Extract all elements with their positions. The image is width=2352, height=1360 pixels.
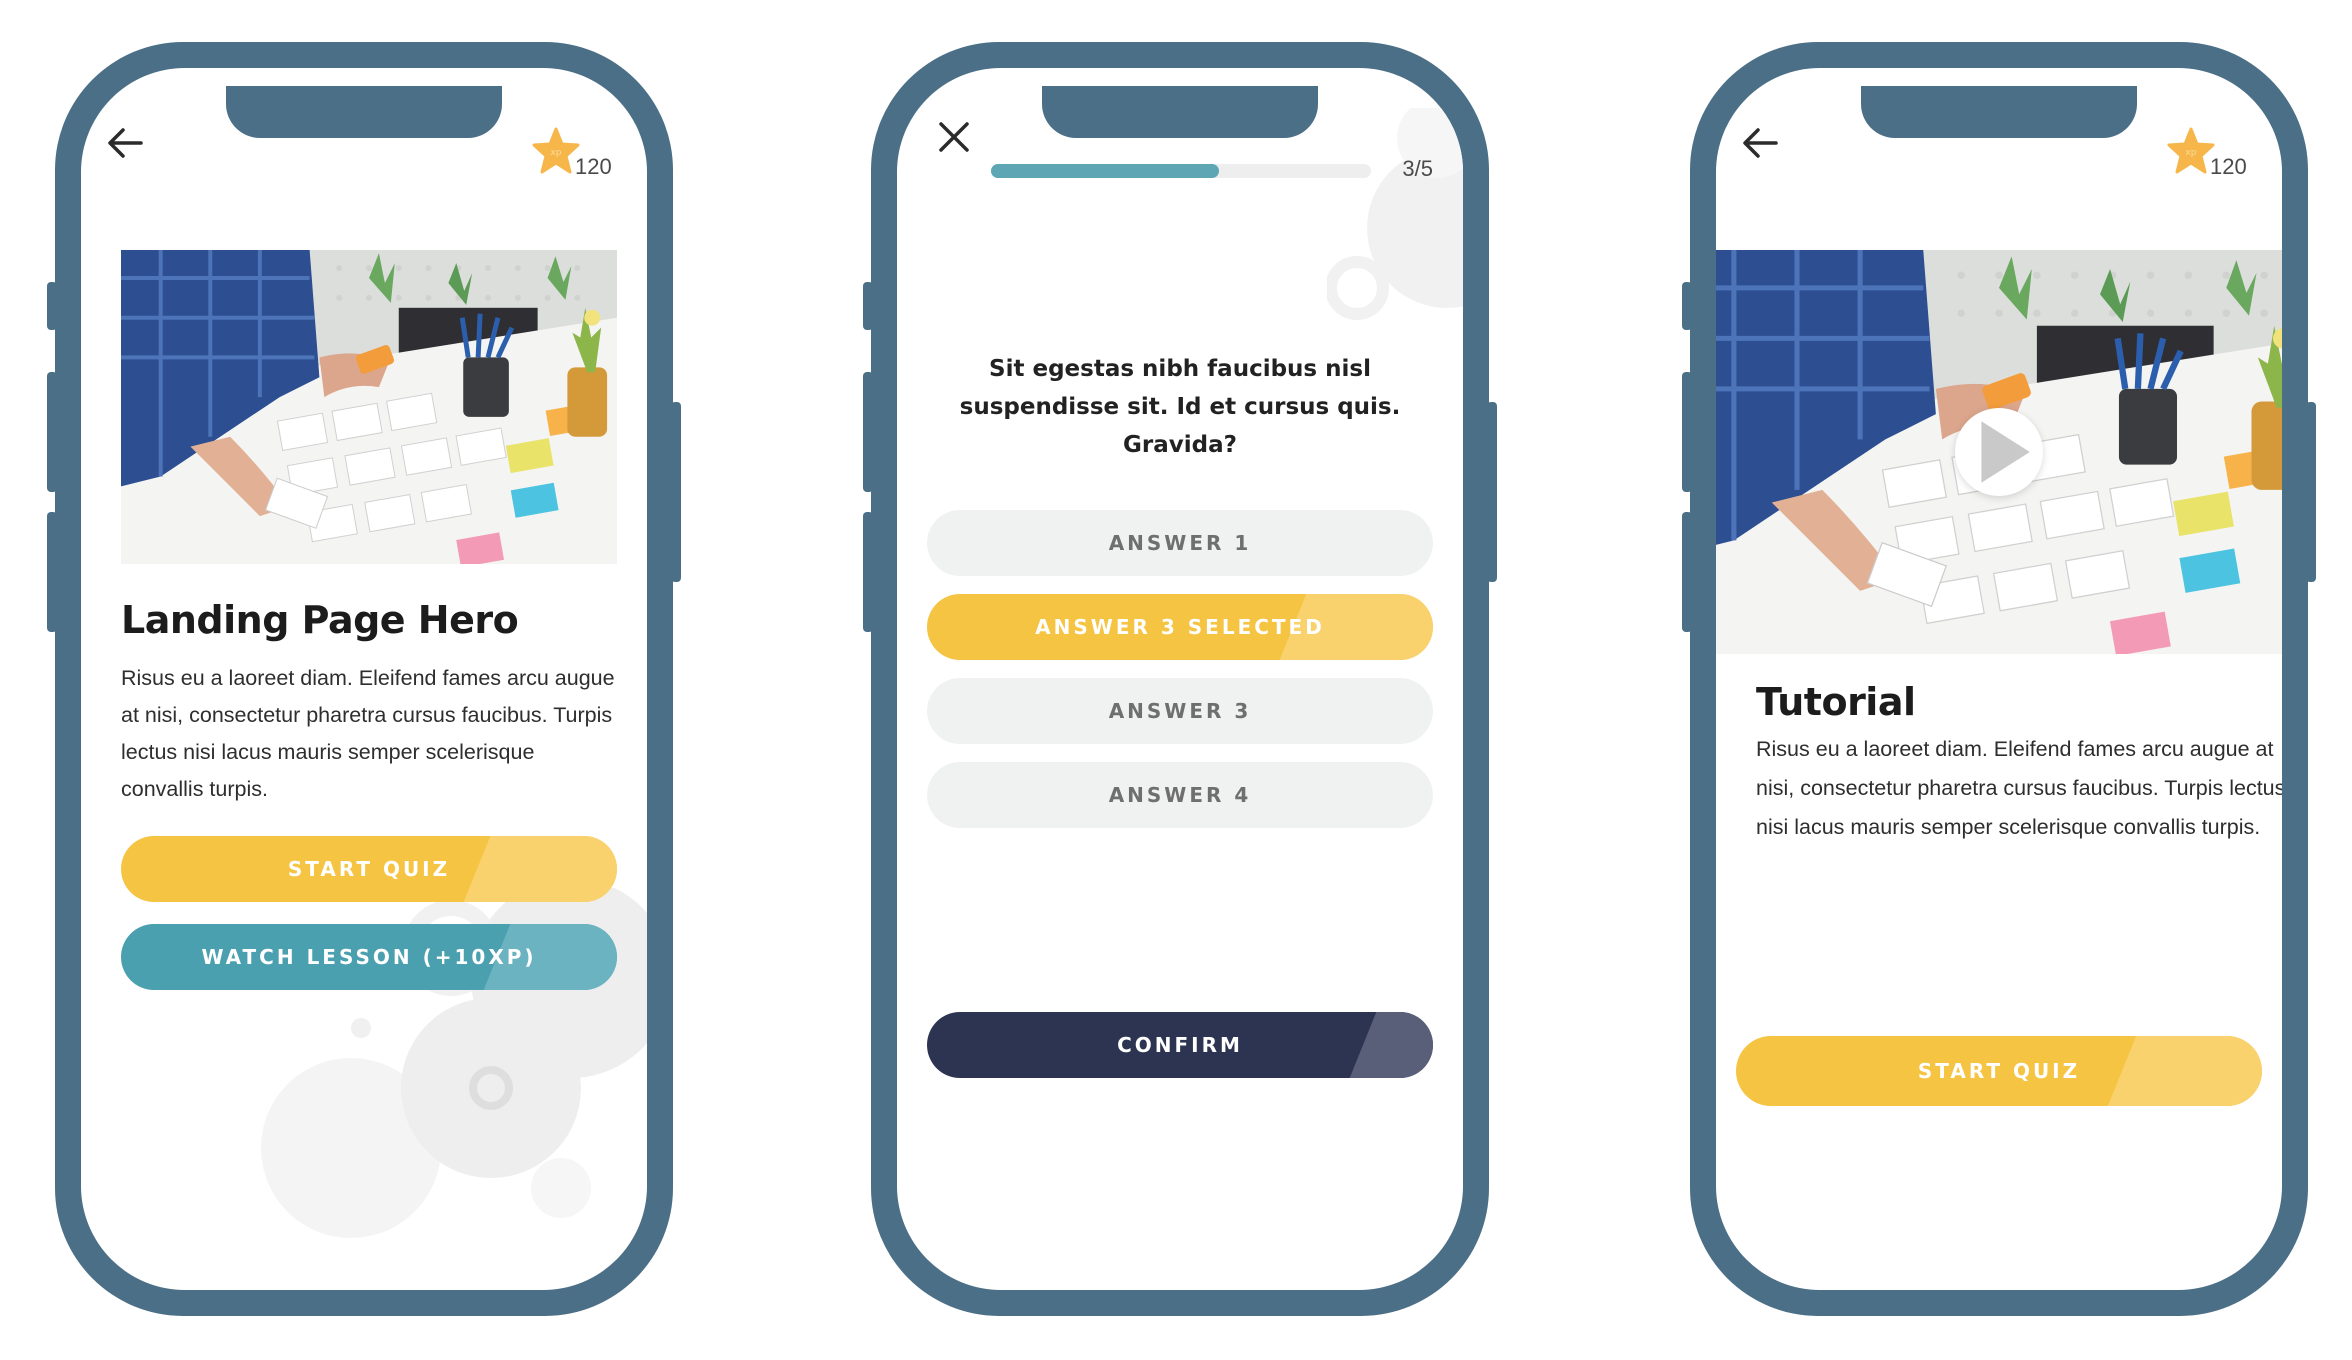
quiz-progress-text: 3/5 [1402, 156, 1433, 181]
play-icon [1981, 421, 2030, 483]
notch [1861, 86, 2137, 138]
xp-counter: 120 [2166, 126, 2256, 182]
xp-star-icon [2166, 126, 2216, 176]
screen: 120 Landing Page Hero Risus eu a laoreet… [81, 68, 647, 1290]
lesson-description: Risus eu a laoreet diam. Eleifend fames … [121, 666, 615, 801]
answer-option-4[interactable]: ANSWER 4 [927, 762, 1433, 828]
xp-star-icon [531, 126, 581, 176]
answer-label: ANSWER 1 [1108, 531, 1252, 555]
quiz-progress-fill [991, 164, 1219, 178]
answer-label: ANSWER 3 SELECTED [1035, 615, 1325, 639]
watch-lesson-button[interactable]: WATCH LESSON (+10XP) [121, 924, 617, 990]
watch-lesson-label: WATCH LESSON (+10XP) [201, 945, 537, 969]
start-quiz-label: START QUIZ [287, 857, 451, 881]
close-icon[interactable] [929, 112, 979, 162]
answer-label: ANSWER 4 [1108, 783, 1252, 807]
xp-value: 120 [2210, 154, 2247, 179]
answer-option-3[interactable]: ANSWER 3 [927, 678, 1433, 744]
quiz-progress-bar [991, 164, 1371, 178]
confirm-button[interactable]: CONFIRM [927, 1012, 1433, 1078]
phone-tutorial-screen: 120 Tutorial Risus eu a laoreet diam. El… [1682, 42, 2316, 1316]
screen: 3/5 Sit egestas nibh faucibus nisl suspe… [897, 68, 1463, 1290]
tutorial-title: Tutorial [1756, 680, 1916, 724]
tutorial-video[interactable] [1716, 250, 2282, 654]
answer-label: ANSWER 3 [1108, 699, 1252, 723]
lesson-title: Landing Page Hero [121, 598, 519, 642]
start-quiz-button[interactable]: START QUIZ [121, 836, 617, 902]
quiz-question: Sit egestas nibh faucibus nisl suspendis… [959, 356, 1401, 458]
decorative-shapes [1327, 108, 1463, 320]
lesson-hero-image [121, 250, 617, 564]
back-arrow-icon[interactable] [1736, 118, 1786, 168]
screen: 120 Tutorial Risus eu a laoreet diam. El… [1716, 68, 2282, 1290]
xp-value: 120 [575, 154, 612, 179]
back-arrow-icon[interactable] [101, 118, 151, 168]
answer-option-2-selected[interactable]: ANSWER 3 SELECTED [927, 594, 1433, 660]
notch [226, 86, 502, 138]
play-button[interactable] [1955, 408, 2043, 496]
start-quiz-button[interactable]: START QUIZ [1736, 1036, 2262, 1106]
xp-counter: 120 [531, 126, 621, 182]
answer-option-1[interactable]: ANSWER 1 [927, 510, 1433, 576]
phone-quiz-screen: 3/5 Sit egestas nibh faucibus nisl suspe… [863, 42, 1497, 1316]
notch [1042, 86, 1318, 138]
phone-lesson-screen: 120 Landing Page Hero Risus eu a laoreet… [47, 42, 681, 1316]
start-quiz-label: START QUIZ [1917, 1059, 2081, 1083]
confirm-label: CONFIRM [1117, 1033, 1243, 1057]
tutorial-description: Risus eu a laoreet diam. Eleifend fames … [1756, 737, 2282, 839]
